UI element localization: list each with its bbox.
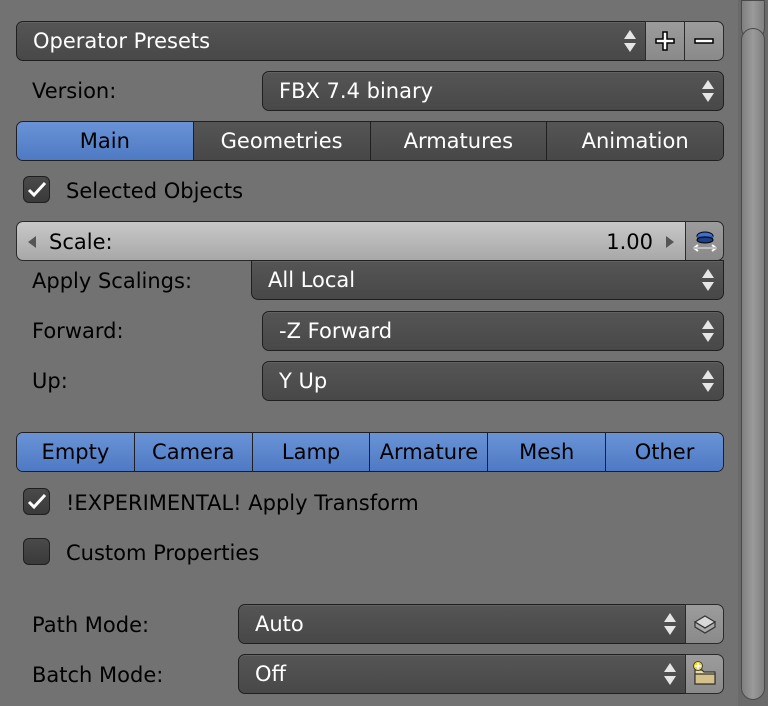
new-folder-icon bbox=[692, 661, 716, 685]
tab-main[interactable]: Main bbox=[17, 122, 194, 160]
object-types-selector: Empty Camera Lamp Armature Mesh Other bbox=[16, 432, 724, 472]
operator-presets-dropdown[interactable]: Operator Presets bbox=[16, 21, 646, 61]
operator-presets-label: Operator Presets bbox=[33, 29, 211, 53]
up-value: Y Up bbox=[279, 369, 328, 393]
object-type-empty[interactable]: Empty bbox=[17, 433, 135, 471]
path-mode-value: Auto bbox=[255, 612, 304, 636]
dropdown-arrows-icon bbox=[664, 611, 676, 637]
apply-transform-label: !EXPERIMENTAL! Apply Transform bbox=[66, 491, 419, 515]
dropdown-arrows-icon bbox=[702, 318, 714, 344]
scale-label: Scale: bbox=[49, 230, 113, 254]
selected-objects-label: Selected Objects bbox=[66, 179, 244, 203]
path-mode-dropdown[interactable]: Auto bbox=[238, 604, 686, 644]
selected-objects-checkbox[interactable] bbox=[23, 176, 50, 203]
scale-value: 1.00 bbox=[606, 230, 653, 254]
tab-armatures[interactable]: Armatures bbox=[370, 122, 548, 160]
version-dropdown[interactable]: FBX 7.4 binary bbox=[262, 71, 724, 111]
version-value: FBX 7.4 binary bbox=[279, 79, 434, 103]
dropdown-arrows-icon bbox=[624, 28, 636, 54]
dropdown-arrows-icon bbox=[702, 267, 714, 293]
embed-textures-toggle[interactable] bbox=[685, 604, 724, 644]
batch-mode-label: Batch Mode: bbox=[32, 663, 164, 687]
unit-scale-icon bbox=[692, 231, 717, 252]
object-type-camera[interactable]: Camera bbox=[134, 433, 253, 471]
package-icon bbox=[693, 615, 716, 634]
minus-icon bbox=[694, 38, 714, 44]
checkmark-icon bbox=[27, 181, 46, 197]
remove-preset-button[interactable] bbox=[684, 21, 724, 61]
batch-own-dir-toggle[interactable] bbox=[685, 654, 724, 694]
increment-arrow-icon[interactable] bbox=[666, 236, 674, 248]
apply-scalings-label: Apply Scalings: bbox=[32, 269, 193, 293]
tab-geometries[interactable]: Geometries bbox=[193, 122, 371, 160]
main-tabs: Main Geometries Armatures Animation bbox=[16, 121, 724, 161]
batch-mode-value: Off bbox=[255, 662, 286, 686]
custom-properties-checkbox[interactable] bbox=[23, 538, 50, 565]
apply-scalings-value: All Local bbox=[268, 268, 356, 292]
object-type-armature[interactable]: Armature bbox=[370, 433, 489, 471]
add-preset-button[interactable] bbox=[645, 21, 685, 61]
forward-dropdown[interactable]: -Z Forward bbox=[262, 311, 724, 351]
object-type-lamp[interactable]: Lamp bbox=[252, 433, 371, 471]
up-label: Up: bbox=[32, 369, 68, 393]
apply-scalings-dropdown[interactable]: All Local bbox=[251, 260, 724, 300]
batch-mode-dropdown[interactable]: Off bbox=[238, 654, 686, 694]
decrement-arrow-icon[interactable] bbox=[28, 236, 36, 248]
tab-animation[interactable]: Animation bbox=[547, 122, 723, 160]
apply-transform-checkbox[interactable] bbox=[23, 488, 50, 515]
scrollbar-handle[interactable] bbox=[741, 28, 765, 700]
dropdown-arrows-icon bbox=[664, 661, 676, 687]
checkmark-icon bbox=[27, 493, 46, 509]
scale-slider[interactable]: Scale: 1.00 bbox=[16, 221, 686, 261]
custom-properties-label: Custom Properties bbox=[66, 541, 260, 565]
object-type-other[interactable]: Other bbox=[606, 433, 723, 471]
version-label: Version: bbox=[32, 79, 117, 103]
forward-label: Forward: bbox=[32, 319, 124, 343]
scale-apply-units-button[interactable] bbox=[685, 221, 724, 261]
path-mode-label: Path Mode: bbox=[32, 613, 150, 637]
object-type-mesh[interactable]: Mesh bbox=[488, 433, 607, 471]
plus-icon bbox=[655, 31, 675, 51]
dropdown-arrows-icon bbox=[702, 368, 714, 394]
forward-value: -Z Forward bbox=[279, 319, 393, 343]
up-dropdown[interactable]: Y Up bbox=[262, 361, 724, 401]
dropdown-arrows-icon bbox=[702, 78, 714, 104]
